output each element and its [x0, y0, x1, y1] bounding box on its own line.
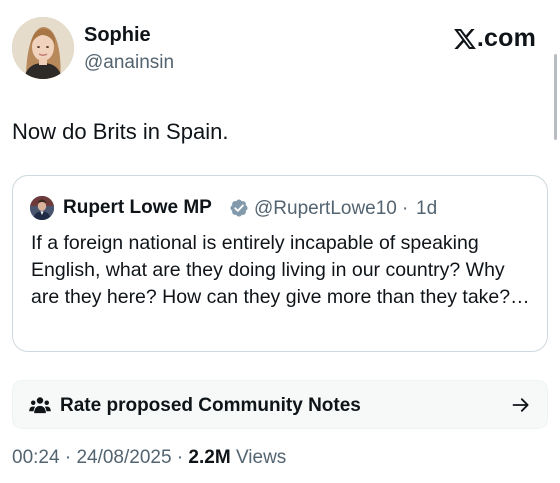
views-count: 2.2M — [188, 447, 231, 468]
meta-separator-dot: · — [176, 447, 184, 468]
quote-author-name[interactable]: Rupert Lowe MP — [63, 197, 212, 219]
brand-domain: .com — [476, 24, 536, 52]
arrow-right-icon — [512, 398, 529, 412]
people-icon — [29, 397, 51, 414]
community-notes-label: Rate proposed Community Notes — [60, 395, 361, 416]
quoted-post[interactable]: Rupert Lowe MP @RupertLowe10 · 1d If a f… — [12, 175, 548, 352]
author-handle[interactable]: @anainsin — [84, 52, 174, 74]
author-avatar[interactable] — [12, 17, 74, 79]
quote-author-avatar[interactable] — [30, 196, 54, 220]
scrollbar[interactable] — [554, 54, 557, 140]
meta-separator-dot: · — [64, 447, 72, 468]
post-metadata: 00:24 · 24/08/2025 · 2.2M Views — [12, 447, 286, 469]
post-text: Now do Brits in Spain. — [12, 119, 229, 144]
author-name[interactable]: Sophie — [84, 24, 151, 47]
quote-text: If a foreign national is entirely incapa… — [31, 232, 530, 308]
quote-avatar-portrait — [30, 196, 54, 220]
post-time[interactable]: 00:24 — [12, 447, 60, 468]
quote-timestamp[interactable]: 1d — [416, 198, 437, 220]
quote-separator-dot: · — [402, 198, 409, 219]
avatar-portrait — [12, 17, 74, 79]
brand-logo: .com — [453, 24, 536, 53]
rate-community-notes-button[interactable]: Rate proposed Community Notes — [12, 380, 548, 429]
verified-badge-icon — [230, 199, 248, 217]
quote-author-handle[interactable]: @RupertLowe10 — [254, 198, 397, 220]
views-label: Views — [235, 447, 287, 468]
post-date[interactable]: 24/08/2025 — [76, 447, 171, 468]
x-logo-icon — [453, 28, 476, 49]
